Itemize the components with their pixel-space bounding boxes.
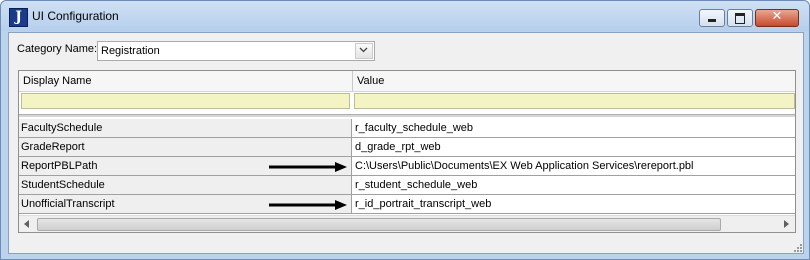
minimize-button[interactable] <box>699 9 725 27</box>
window-title: UI Configuration <box>32 9 119 23</box>
app-logo-icon: J <box>9 8 28 27</box>
chevron-left-icon <box>24 220 29 228</box>
table-row[interactable]: GradeReport d_grade_rpt_web <box>19 138 795 157</box>
category-name-value: Registration <box>101 45 160 57</box>
scrollbar-thumb[interactable] <box>37 218 721 231</box>
maximize-button[interactable] <box>727 9 753 27</box>
value-cell[interactable]: r_id_portrait_transcript_web <box>352 195 795 214</box>
table-row[interactable]: ReportPBLPath C:\Users\Public\Documents\… <box>19 157 795 176</box>
arrow-right-icon <box>269 200 347 210</box>
display-name-cell[interactable]: FacultySchedule <box>19 119 352 138</box>
maximize-icon <box>735 13 745 24</box>
display-name-cell[interactable]: StudentSchedule <box>19 176 352 195</box>
horizontal-scrollbar[interactable] <box>19 215 795 232</box>
category-name-dropdown[interactable]: Registration <box>97 41 375 61</box>
value-cell[interactable]: r_student_schedule_web <box>352 176 795 195</box>
value-cell[interactable]: d_grade_rpt_web <box>352 138 795 157</box>
chevron-down-icon <box>359 47 368 53</box>
category-name-label: Category Name: <box>17 43 98 55</box>
column-header-display-name[interactable]: Display Name <box>19 71 352 91</box>
scroll-right-button[interactable] <box>779 216 795 232</box>
minimize-icon <box>708 19 716 22</box>
scroll-left-button[interactable] <box>19 216 35 232</box>
resize-grip-icon[interactable] <box>793 243 803 253</box>
window-controls: ✕ <box>699 9 799 27</box>
arrow-right-icon <box>269 162 347 172</box>
close-button[interactable]: ✕ <box>755 9 799 27</box>
display-name-cell[interactable]: GradeReport <box>19 138 352 157</box>
value-cell[interactable]: C:\Users\Public\Documents\EX Web Applica… <box>352 157 795 176</box>
client-area: Category Name: Registration Display Name… <box>8 32 804 254</box>
config-grid: Display Name Value FacultySchedule r_fac… <box>18 70 796 233</box>
grid-header: Display Name Value <box>19 71 795 92</box>
chevron-right-icon <box>784 220 789 228</box>
close-icon: ✕ <box>771 9 783 24</box>
ui-configuration-window: J UI Configuration ✕ Category Name: Regi… <box>0 0 810 260</box>
title-bar[interactable]: J UI Configuration ✕ <box>1 1 809 31</box>
dropdown-button[interactable] <box>355 43 373 59</box>
app-logo-letter: J <box>15 9 22 25</box>
filter-display-name-input[interactable] <box>21 93 350 109</box>
column-header-value[interactable]: Value <box>353 71 795 91</box>
table-row[interactable]: StudentSchedule r_student_schedule_web <box>19 176 795 195</box>
filter-row <box>19 92 795 110</box>
table-row[interactable]: UnofficialTranscript r_id_portrait_trans… <box>19 195 795 214</box>
header-separator <box>19 114 795 117</box>
table-row[interactable]: FacultySchedule r_faculty_schedule_web <box>19 119 795 138</box>
value-cell[interactable]: r_faculty_schedule_web <box>352 119 795 138</box>
filter-value-input[interactable] <box>354 93 795 109</box>
